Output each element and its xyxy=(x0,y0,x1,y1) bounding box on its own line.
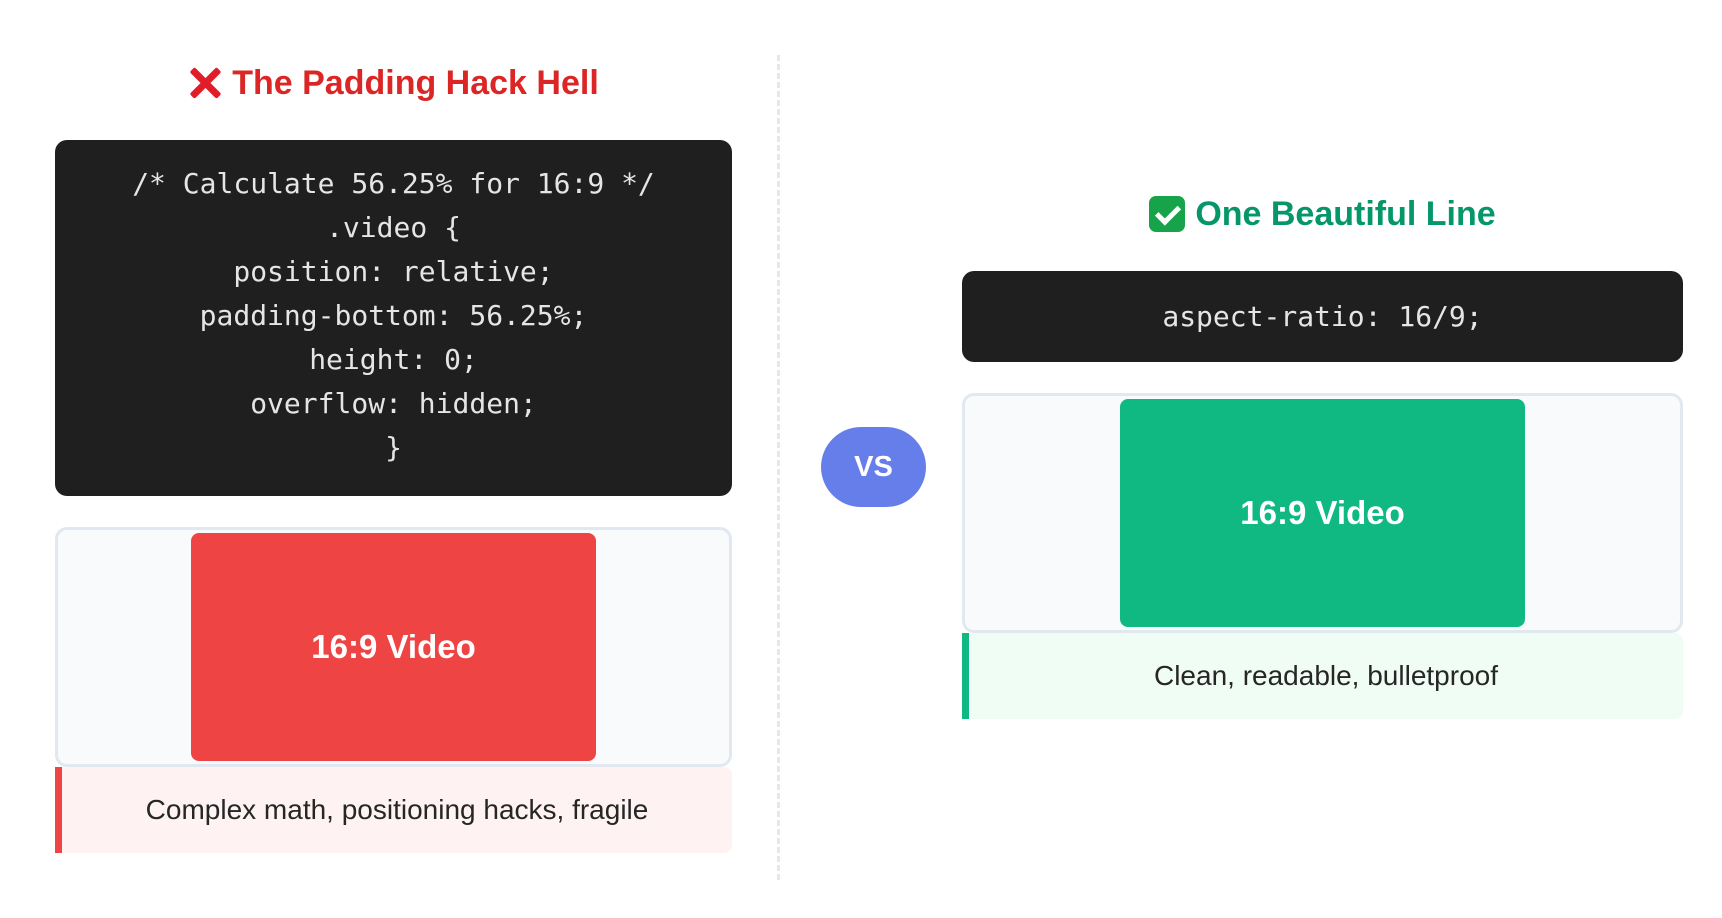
divider xyxy=(777,55,780,880)
code-line: .video { xyxy=(326,211,461,244)
padding-hack-title: The Padding Hack Hell xyxy=(232,63,599,102)
padding-hack-demo-box: 16:9 Video xyxy=(55,527,732,767)
cross-mark-icon xyxy=(188,66,222,100)
code-line: padding-bottom: 56.25%; xyxy=(199,299,588,332)
aspect-ratio-code-block: aspect-ratio: 16/9; xyxy=(962,271,1683,362)
code-line: /* Calculate 56.25% for 16:9 */ xyxy=(132,167,655,200)
code-line: } xyxy=(385,431,402,464)
vs-badge: VS xyxy=(821,427,926,507)
aspect-ratio-panel: One Beautiful Line aspect-ratio: 16/9; 1… xyxy=(962,186,1683,719)
aspect-ratio-title: One Beautiful Line xyxy=(1195,194,1496,233)
padding-hack-panel: The Padding Hack Hell /* Calculate 56.25… xyxy=(55,55,732,853)
aspect-ratio-heading: One Beautiful Line xyxy=(962,186,1683,242)
code-line: aspect-ratio: 16/9; xyxy=(1162,299,1483,333)
code-line: overflow: hidden; xyxy=(250,387,537,420)
padding-hack-heading: The Padding Hack Hell xyxy=(55,55,732,111)
aspect-ratio-caption: Clean, readable, bulletproof xyxy=(962,633,1683,719)
code-line: position: relative; xyxy=(233,255,554,288)
aspect-ratio-demo-box: 16:9 Video xyxy=(962,393,1683,633)
check-mark-icon xyxy=(1149,196,1186,232)
padding-hack-caption: Complex math, positioning hacks, fragile xyxy=(55,767,732,853)
video-placeholder-green: 16:9 Video xyxy=(1120,399,1525,627)
padding-hack-code-block: /* Calculate 56.25% for 16:9 */ .video {… xyxy=(55,140,732,496)
code-line: height: 0; xyxy=(309,343,478,376)
video-placeholder-red: 16:9 Video xyxy=(191,533,596,761)
